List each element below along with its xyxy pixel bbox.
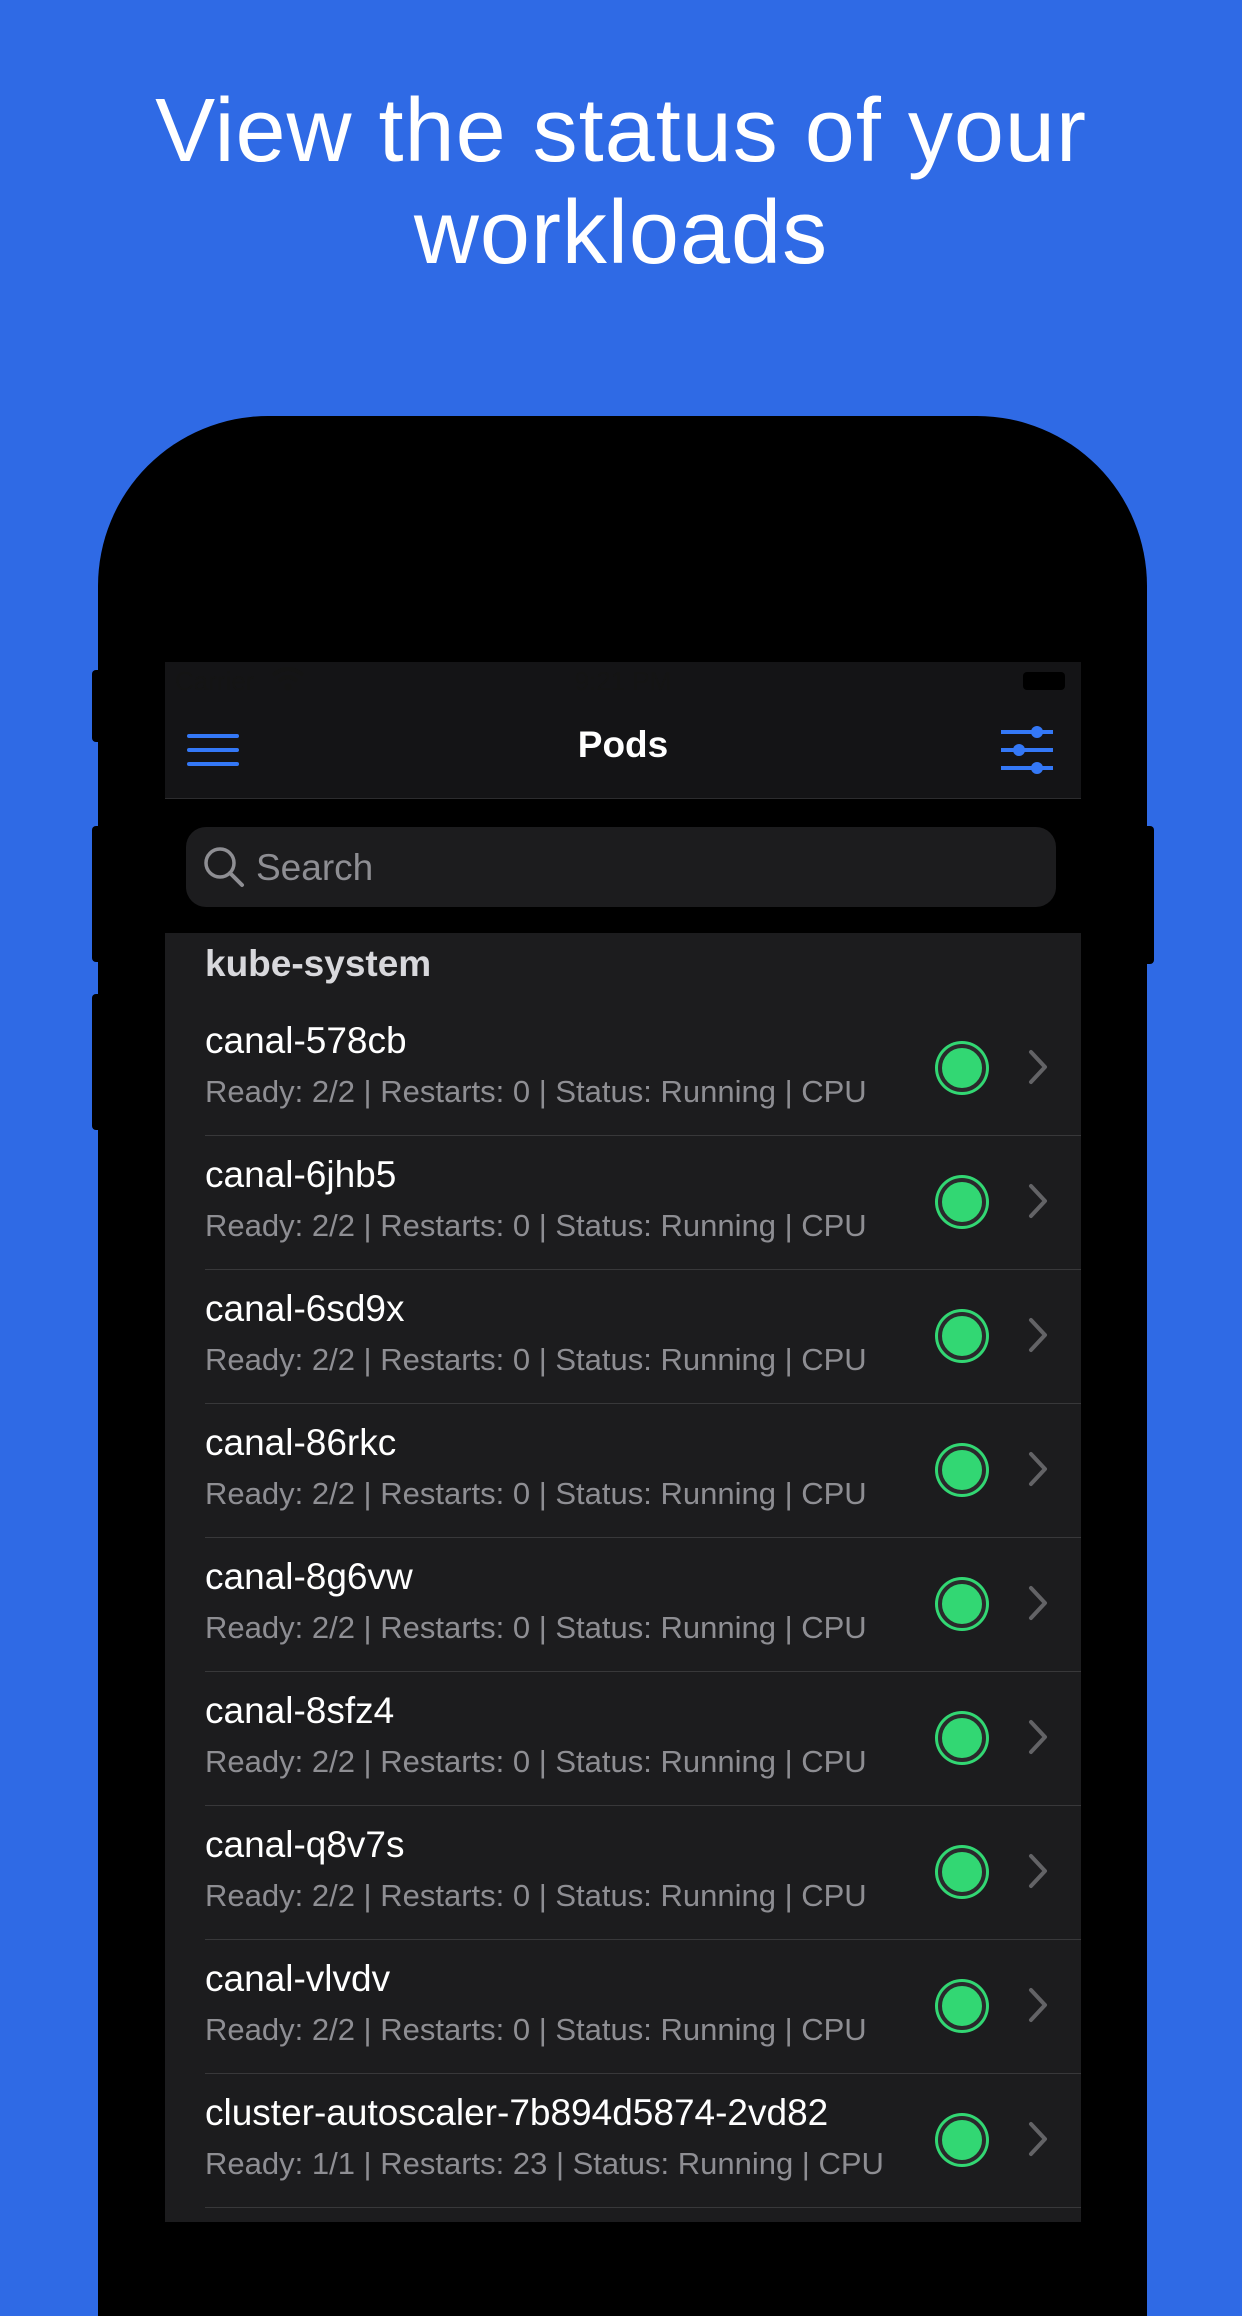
pod-row[interactable]: canal-8g6vw Ready: 2/2 | Restarts: 0 | St…: [165, 1538, 1081, 1672]
pod-row[interactable]: canal-6jhb5 Ready: 2/2 | Restarts: 0 | St…: [165, 1136, 1081, 1270]
pod-detail: Ready: 2/2 | Restarts: 0 | Status: Runni…: [205, 1476, 867, 1511]
status-time: 9:21 PM: [574, 666, 672, 696]
pod-detail: Ready: 2/2 | Restarts: 0 | Status: Runni…: [205, 1744, 867, 1779]
pod-row[interactable]: canal-q8v7s Ready: 2/2 | Restarts: 0 | St…: [165, 1806, 1081, 1940]
pod-name: cluster-autoscaler-7b894d5874-2vd82: [205, 2092, 829, 2133]
status-running-icon: [938, 1714, 986, 1762]
search-input[interactable]: [254, 827, 1048, 909]
status-running-icon: [938, 1044, 986, 1092]
pod-detail: Ready: 2/2 | Restarts: 0 | Status: Runni…: [205, 1610, 867, 1645]
chevron-right-icon: [1027, 1450, 1049, 1488]
pod-detail: Ready: 2/2 | Restarts: 0 | Status: Runni…: [205, 1342, 867, 1377]
pod-detail: Ready: 2/2 | Restarts: 0 | Status: Runni…: [205, 1074, 867, 1109]
marketing-headline: View the status of your workloads: [0, 80, 1242, 284]
pod-row[interactable]: canal-8sfz4 Ready: 2/2 | Restarts: 0 | St…: [165, 1672, 1081, 1806]
pod-detail: Ready: 1/1 | Restarts: 23 | Status: Runn…: [205, 2146, 884, 2181]
chevron-right-icon: [1027, 1182, 1049, 1220]
search-box[interactable]: [186, 827, 1056, 909]
pod-detail: Ready: 2/2 | Restarts: 0 | Status: Runni…: [205, 1878, 867, 1913]
chevron-right-icon: [1027, 2120, 1049, 2158]
status-running-icon: [938, 1848, 986, 1896]
pod-name: canal-8g6vw: [205, 1556, 413, 1597]
chevron-right-icon: [1027, 1852, 1049, 1890]
status-running-icon: [938, 1446, 986, 1494]
pod-name: canal-6jhb5: [205, 1154, 397, 1195]
search-icon: [202, 845, 246, 889]
pod-name: canal-vlvdv: [205, 1958, 391, 1999]
pod-row[interactable]: cluster-autoscaler-7b894d5874-2vd82 Ready…: [165, 2074, 1081, 2208]
pod-detail: Ready: 2/2 | Restarts: 0 | Status: Runni…: [205, 2012, 867, 2047]
chevron-right-icon: [1027, 1584, 1049, 1622]
pod-name: canal-86rkc: [205, 1422, 397, 1463]
pod-detail: Ready: 2/2 | Restarts: 0 | Status: Runni…: [205, 1208, 867, 1243]
namespace-section-header: kube-system: [205, 943, 432, 984]
status-running-icon: [938, 1312, 986, 1360]
pod-row[interactable]: canal-6sd9x Ready: 2/2 | Restarts: 0 | St…: [165, 1270, 1081, 1404]
search-area: [165, 799, 1081, 933]
pod-row[interactable]: canal-86rkc Ready: 2/2 | Restarts: 0 | St…: [165, 1404, 1081, 1538]
chevron-right-icon: [1027, 1986, 1049, 2024]
chevron-right-icon: [1027, 1048, 1049, 1086]
status-running-icon: [938, 1982, 986, 2030]
status-running-icon: [938, 1580, 986, 1628]
navigation-bar: Pods: [165, 698, 1081, 799]
headline-line-1: View the status of your: [155, 81, 1087, 181]
pod-name: canal-8sfz4: [205, 1690, 395, 1731]
battery-icon: [1023, 672, 1065, 690]
pod-name: canal-q8v7s: [205, 1824, 405, 1865]
headline-line-2: workloads: [413, 183, 829, 283]
status-running-icon: [938, 2116, 986, 2164]
pod-list: canal-578cb Ready: 2/2 | Restarts: 0 | St…: [165, 1002, 1081, 2208]
pod-row[interactable]: canal-vlvdv Ready: 2/2 | Restarts: 0 | St…: [165, 1940, 1081, 2074]
status-bar: Carrier 9:21 PM: [165, 662, 1081, 698]
sliders-filter-icon[interactable]: [1001, 724, 1053, 776]
pod-name: canal-6sd9x: [205, 1288, 405, 1329]
page-title: Pods: [577, 724, 669, 765]
pod-name: canal-578cb: [205, 1020, 407, 1061]
app-screen: Carrier 9:21 PM Pods Search kube-system …: [165, 662, 1081, 2222]
pod-row[interactable]: canal-578cb Ready: 2/2 | Restarts: 0 | St…: [165, 1002, 1081, 1136]
chevron-right-icon: [1027, 1316, 1049, 1354]
status-running-icon: [938, 1178, 986, 1226]
chevron-right-icon: [1027, 1718, 1049, 1756]
